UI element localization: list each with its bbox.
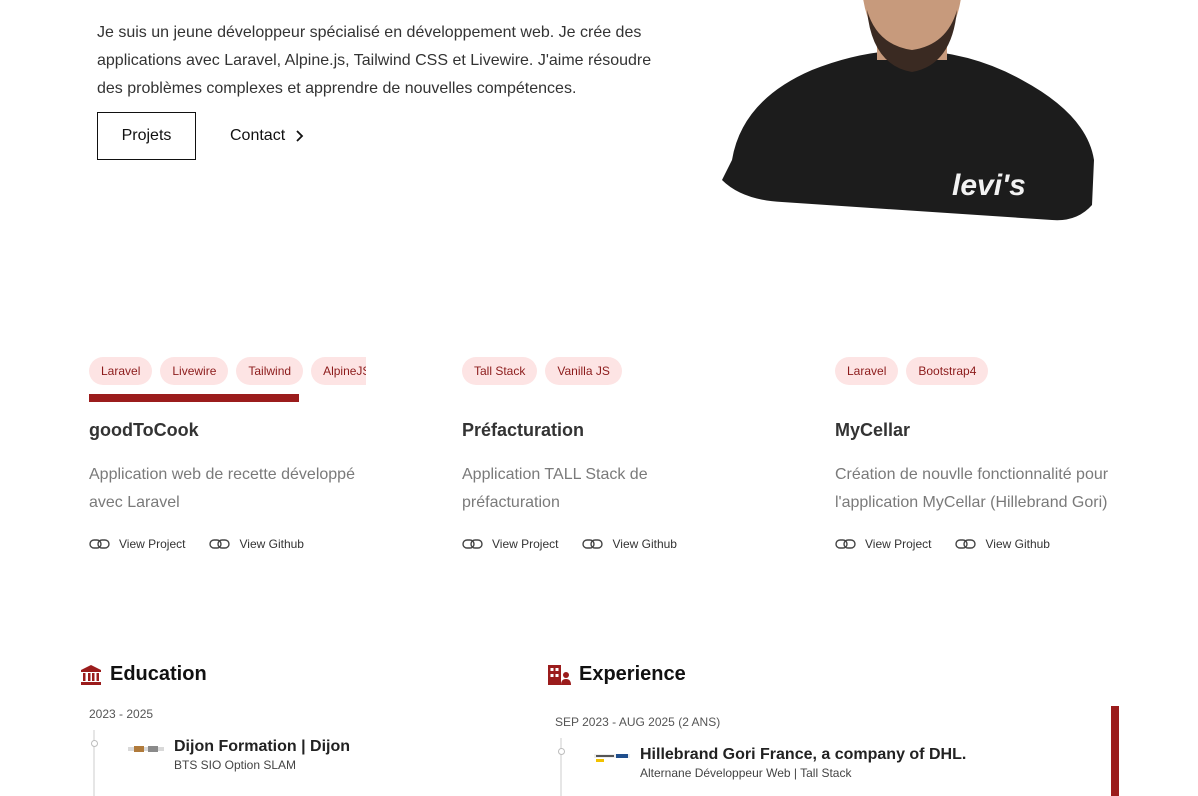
view-project-link[interactable]: View Project bbox=[835, 537, 931, 551]
view-project-label: View Project bbox=[865, 537, 932, 551]
view-github-link[interactable]: View Github bbox=[209, 537, 304, 551]
hillebrand-gori-logo bbox=[594, 754, 630, 762]
experience-entry: Hillebrand Gori France, a company of DHL… bbox=[594, 746, 966, 780]
education-subtitle: BTS SIO Option SLAM bbox=[174, 758, 297, 772]
tag-vanilla-js: Vanilla JS bbox=[545, 357, 622, 385]
experience-timeline-line bbox=[560, 738, 562, 796]
education-heading: Education bbox=[80, 663, 207, 686]
education-timeline-dot bbox=[91, 740, 98, 747]
project-description: Application TALL Stack de préfacturation bbox=[462, 466, 648, 511]
link-icon bbox=[462, 539, 483, 549]
project-description: Application web de recette développé ave… bbox=[89, 466, 355, 511]
institution-icon bbox=[81, 664, 101, 685]
project-title: MyCellar bbox=[835, 420, 911, 440]
experience-heading-label: Experience bbox=[579, 663, 686, 685]
project-card-mycellar: Laravel Bootstrap4 MyCellar Création de … bbox=[835, 357, 1125, 551]
view-project-link[interactable]: View Project bbox=[462, 537, 558, 551]
experience-scrollbar[interactable] bbox=[1111, 706, 1119, 796]
view-github-label: View Github bbox=[985, 537, 1050, 551]
hero-intro-text: Je suis un jeune développeur spécialisé … bbox=[97, 24, 652, 97]
education-period: 2023 - 2025 bbox=[89, 707, 154, 721]
tag-bootstrap4: Bootstrap4 bbox=[906, 357, 989, 385]
building-user-icon bbox=[548, 664, 571, 685]
contact-button-label: Contact bbox=[230, 127, 286, 144]
project-card-prefacturation: Tall Stack Vanilla JS Préfacturation App… bbox=[462, 357, 752, 551]
chevron-right-icon bbox=[296, 130, 304, 142]
dijon-formation-logo bbox=[128, 746, 164, 752]
project-title: goodToCook bbox=[89, 420, 199, 440]
profile-photo: levi's bbox=[722, 0, 1094, 221]
project-title: Préfacturation bbox=[462, 420, 585, 440]
tag-livewire: Livewire bbox=[160, 357, 229, 385]
view-github-label: View Github bbox=[239, 537, 304, 551]
tag-laravel: Laravel bbox=[835, 357, 899, 385]
tags-scroll-indicator[interactable] bbox=[89, 394, 299, 402]
experience-heading: Experience bbox=[547, 663, 686, 686]
view-project-link[interactable]: View Project bbox=[89, 537, 185, 551]
project-tags: Laravel Livewire Tailwind AlpineJS bbox=[89, 357, 366, 386]
experience-period: SEP 2023 - AUG 2025 (2 ANS) bbox=[555, 715, 721, 729]
link-icon bbox=[209, 539, 231, 549]
contact-button[interactable]: Contact bbox=[230, 112, 305, 160]
education-heading-label: Education bbox=[110, 663, 207, 685]
tag-tall-stack: Tall Stack bbox=[462, 357, 538, 385]
link-icon bbox=[955, 539, 977, 549]
tag-tailwind: Tailwind bbox=[236, 357, 304, 385]
project-tags: Laravel Bootstrap4 bbox=[835, 357, 1125, 386]
tag-laravel: Laravel bbox=[89, 357, 153, 385]
education-entry: Dijon Formation | Dijon BTS SIO Option S… bbox=[128, 738, 350, 772]
link-icon bbox=[835, 539, 856, 549]
link-icon bbox=[89, 539, 110, 549]
project-card-goodtocook: Laravel Livewire Tailwind AlpineJS goodT… bbox=[89, 357, 379, 551]
link-icon bbox=[582, 539, 604, 549]
tag-alpinejs: AlpineJS bbox=[311, 357, 366, 385]
view-project-label: View Project bbox=[492, 537, 559, 551]
view-github-link[interactable]: View Github bbox=[582, 537, 677, 551]
experience-timeline-dot bbox=[558, 748, 565, 755]
projects-button-label: Projets bbox=[121, 127, 172, 144]
experience-title: Hillebrand Gori France, a company of DHL… bbox=[640, 746, 967, 763]
education-title: Dijon Formation | Dijon bbox=[174, 738, 351, 755]
view-github-link[interactable]: View Github bbox=[955, 537, 1050, 551]
svg-text:levi's: levi's bbox=[952, 169, 1026, 202]
view-github-label: View Github bbox=[612, 537, 677, 551]
projects-button[interactable]: Projets bbox=[97, 112, 196, 160]
experience-subtitle: Alternane Développeur Web | Tall Stack bbox=[640, 766, 852, 780]
project-tags: Tall Stack Vanilla JS bbox=[462, 357, 752, 386]
project-description: Création de nouvlle fonctionnalité pour … bbox=[835, 466, 1109, 511]
view-project-label: View Project bbox=[119, 537, 186, 551]
